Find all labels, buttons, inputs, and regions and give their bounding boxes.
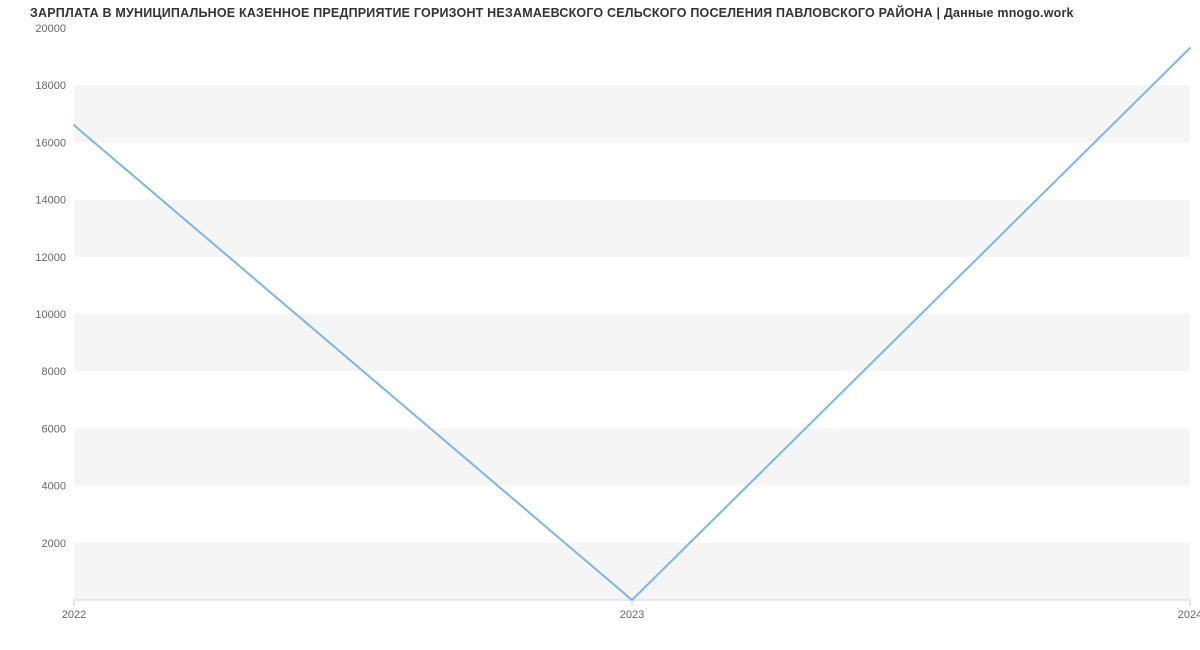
y-tick-label: 10000 xyxy=(35,309,66,321)
y-tick-label: 8000 xyxy=(42,366,66,378)
x-tick-label: 2023 xyxy=(620,609,644,621)
y-tick-label: 18000 xyxy=(35,80,66,92)
chart-container: ЗАРПЛАТА В МУНИЦИПАЛЬНОЕ КАЗЕННОЕ ПРЕДПР… xyxy=(0,0,1200,650)
x-tick-label: 2022 xyxy=(62,609,86,621)
y-tick-label: 20000 xyxy=(35,23,66,35)
y-tick-label: 2000 xyxy=(42,538,66,550)
chart-plot: 2000 4000 6000 8000 10000 12000 14000 16000 1800… xyxy=(0,0,1200,650)
y-axis: 2000 4000 6000 8000 10000 12000 14000 16000 1800… xyxy=(35,23,66,550)
x-tick-label: 2024 xyxy=(1178,609,1200,621)
y-tick-label: 14000 xyxy=(35,195,66,207)
y-tick-label: 12000 xyxy=(35,252,66,264)
y-tick-label: 6000 xyxy=(42,423,66,435)
y-tick-label: 4000 xyxy=(42,481,66,493)
x-axis: 2022 2023 2024 xyxy=(62,600,1200,621)
grid-bands xyxy=(74,85,1190,600)
y-tick-label: 16000 xyxy=(35,137,66,149)
